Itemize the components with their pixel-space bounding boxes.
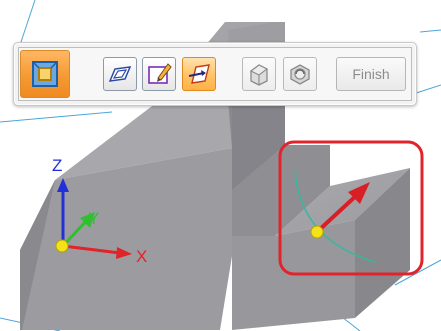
- plane-icon: [108, 66, 132, 82]
- extrude-button[interactable]: [242, 57, 276, 91]
- base-block: [20, 100, 410, 330]
- face-select-button[interactable]: [20, 50, 70, 98]
- revolve-button[interactable]: [283, 57, 317, 91]
- revolve-icon: [290, 64, 310, 85]
- y-axis-label: Y: [88, 209, 100, 228]
- finish-button[interactable]: Finish: [336, 57, 406, 91]
- plane-axis-icon: [188, 64, 210, 84]
- z-axis-label: Z: [52, 156, 63, 175]
- sketch-pencil-icon: [148, 63, 172, 84]
- sketch-button[interactable]: [142, 57, 176, 91]
- extrude-icon: [249, 64, 269, 86]
- plane-axis-button[interactable]: [182, 57, 216, 91]
- plane-button[interactable]: [103, 57, 137, 91]
- x-axis-label: X: [136, 247, 148, 266]
- origin-point: [310, 225, 324, 239]
- face-select-icon: [32, 61, 58, 87]
